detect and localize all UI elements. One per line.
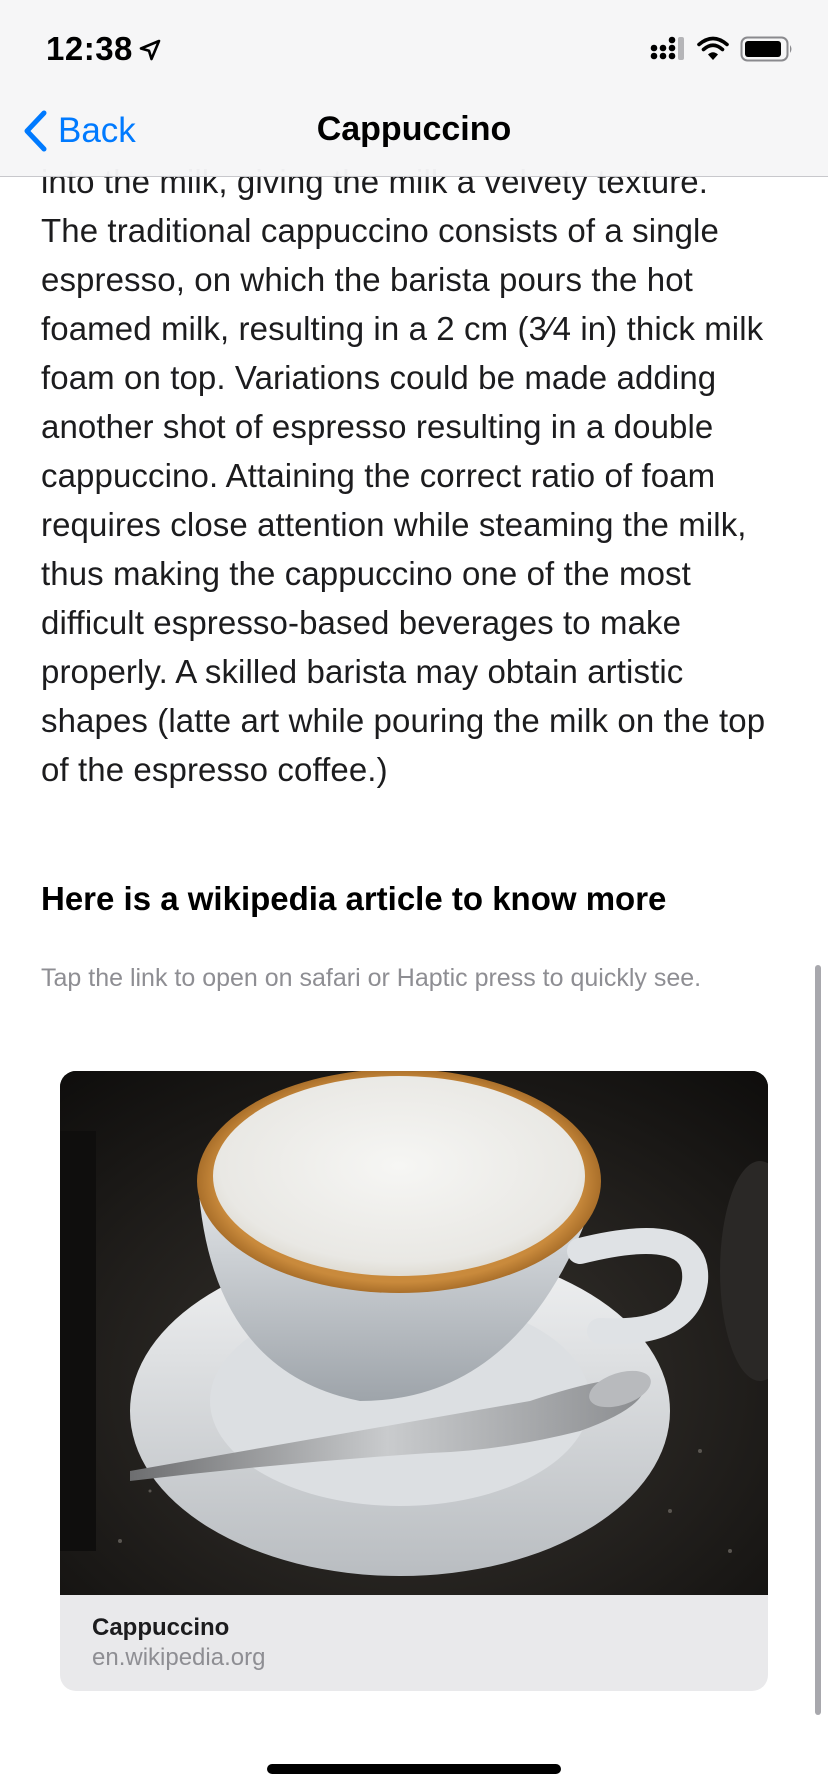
page-title: Cappuccino	[316, 110, 512, 148]
article-line: of the espresso coffee.)	[41, 751, 388, 788]
status-time: 12:38	[46, 30, 133, 67]
article-line: another shot of espresso resulting in a …	[41, 408, 714, 445]
wifi-icon	[697, 36, 729, 60]
article-body: into the milk, giving the milk a velvety…	[41, 157, 801, 794]
article-line: espresso, on which the barista pours the…	[41, 261, 693, 298]
scroll-content[interactable]: into the milk, giving the milk a velvety…	[0, 0, 828, 1792]
article-line: The traditional cappuccino consists of a…	[41, 212, 719, 249]
link-preview-title: Cappuccino	[92, 1614, 230, 1641]
link-preview-domain: en.wikipedia.org	[92, 1644, 266, 1671]
article-line: thus making the cappuccino one of the mo…	[41, 555, 691, 592]
navigation-bar: 12:38 Back Cappuccino	[0, 0, 828, 177]
cellular-signal-icon	[650, 36, 684, 60]
article-line: properly. A skilled barista may obtain a…	[41, 653, 684, 690]
link-preview-image	[60, 1071, 768, 1595]
article-line: cappuccino. Attaining the correct ratio …	[41, 457, 716, 494]
article-line: foamed milk, resulting in a 2 cm (3⁄4 in…	[41, 310, 764, 347]
home-indicator[interactable]	[267, 1764, 561, 1774]
article-line: foam on top. Variations could be made ad…	[41, 359, 717, 396]
article-line: difficult espresso-based beverages to ma…	[41, 604, 682, 641]
section-heading: Here is a wikipedia article to know more	[41, 880, 667, 917]
hint-text: Tap the link to open on safari or Haptic…	[41, 964, 702, 992]
location-arrow-icon	[139, 39, 161, 61]
article-line: requires close attention while steaming …	[41, 506, 747, 543]
link-preview-card[interactable]: Cappuccino en.wikipedia.org	[60, 1071, 768, 1691]
scroll-indicator	[815, 965, 821, 1715]
article-line: shapes (latte art while pouring the milk…	[41, 702, 766, 739]
battery-icon	[740, 36, 792, 62]
screen: into the milk, giving the milk a velvety…	[0, 0, 828, 1792]
